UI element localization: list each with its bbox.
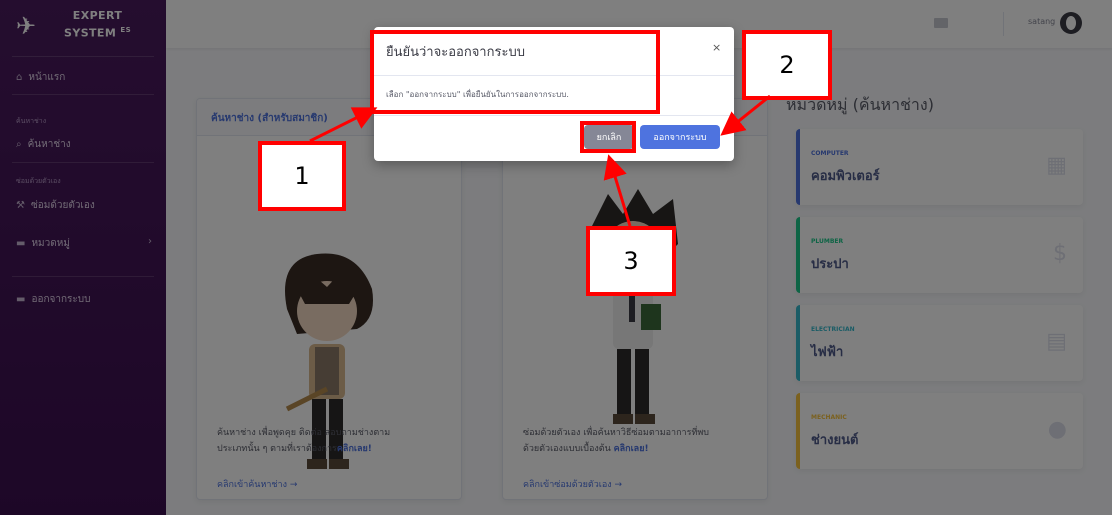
- annotation-arrow-1: [309, 107, 378, 143]
- annotation-arrow-3: [603, 154, 632, 227]
- annotation-arrow-2: [720, 94, 771, 136]
- annotation-arrows: [309, 94, 771, 227]
